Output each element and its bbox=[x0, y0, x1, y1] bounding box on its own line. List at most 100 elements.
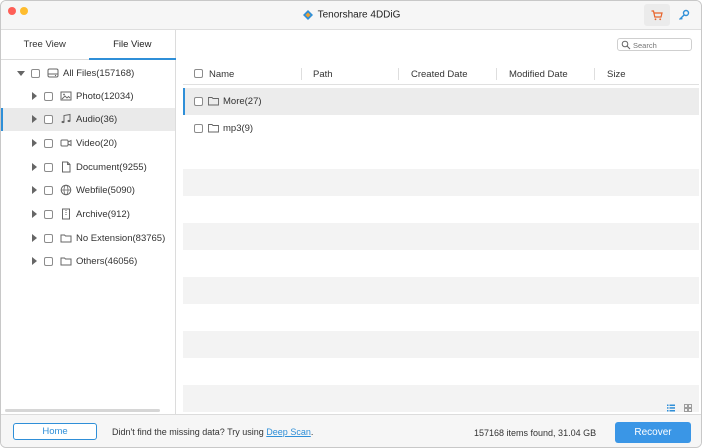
column-divider[interactable] bbox=[594, 68, 595, 80]
expand-arrow-icon[interactable] bbox=[32, 163, 37, 171]
table-row-mp3[interactable]: mp3(9) bbox=[183, 115, 699, 142]
deep-scan-link[interactable]: Deep Scan bbox=[266, 427, 311, 437]
empty-row bbox=[183, 385, 699, 412]
expand-arrow-icon[interactable] bbox=[32, 210, 37, 218]
tree-item-all-files[interactable]: All Files(157168) bbox=[1, 62, 175, 85]
tree-checkbox[interactable] bbox=[44, 257, 53, 266]
tree-checkbox[interactable] bbox=[31, 69, 40, 78]
audio-icon bbox=[61, 113, 71, 124]
tree-checkbox[interactable] bbox=[44, 163, 53, 172]
column-header-modified-date[interactable]: Modified Date bbox=[509, 69, 568, 80]
expand-arrow-icon[interactable] bbox=[32, 257, 37, 265]
tree-checkbox[interactable] bbox=[44, 210, 53, 219]
key-icon bbox=[679, 9, 690, 20]
row-name: More(27) bbox=[223, 96, 262, 107]
tree-item-label: Others(46056) bbox=[76, 256, 138, 267]
tree-checkbox[interactable] bbox=[44, 234, 53, 243]
search-icon bbox=[621, 40, 631, 50]
empty-row bbox=[183, 169, 699, 196]
collapse-arrow-icon[interactable] bbox=[17, 71, 25, 76]
video-icon bbox=[60, 139, 72, 147]
sidebar-horizontal-scrollbar[interactable] bbox=[5, 409, 160, 412]
expand-arrow-icon[interactable] bbox=[32, 92, 37, 100]
tree-item-others[interactable]: Others(46056) bbox=[1, 250, 175, 273]
view-tabs: Tree View File View bbox=[1, 30, 176, 60]
view-mode-switcher bbox=[667, 404, 692, 412]
tree-checkbox[interactable] bbox=[44, 139, 53, 148]
hint-suffix: . bbox=[310, 427, 314, 437]
cart-icon bbox=[651, 9, 663, 20]
recover-button[interactable]: Recover bbox=[615, 422, 691, 443]
items-found-status: 157168 items found, 31.04 GB bbox=[474, 428, 597, 438]
deep-scan-hint: Didn't find the missing data? Try using … bbox=[112, 427, 313, 437]
empty-row bbox=[183, 250, 699, 277]
tree-item-label: Audio(36) bbox=[76, 114, 118, 125]
tree-checkbox[interactable] bbox=[44, 92, 53, 101]
app-title-text: Tenorshare 4DDiG bbox=[317, 9, 401, 21]
column-divider[interactable] bbox=[496, 68, 497, 80]
column-header-name[interactable]: Name bbox=[209, 69, 234, 80]
tree-item-document[interactable]: Document(9255) bbox=[1, 156, 175, 179]
column-divider[interactable] bbox=[398, 68, 399, 80]
home-button[interactable]: Home bbox=[13, 423, 97, 440]
empty-row bbox=[183, 277, 699, 304]
column-header-size[interactable]: Size bbox=[607, 69, 625, 80]
tab-file-view[interactable]: File View bbox=[88, 30, 176, 60]
tree-item-no-extension[interactable]: No Extension(83765) bbox=[1, 227, 175, 250]
tree-item-label: Photo(12034) bbox=[76, 91, 134, 102]
tree-item-label: No Extension(83765) bbox=[76, 233, 166, 244]
app-window: Tenorshare 4DDiG Tree View File View All… bbox=[0, 0, 702, 448]
tree-item-label: Webfile(5090) bbox=[76, 185, 135, 196]
tree-checkbox[interactable] bbox=[44, 115, 53, 124]
tree-item-webfile[interactable]: Webfile(5090) bbox=[1, 179, 175, 202]
tree-item-label: Document(9255) bbox=[76, 162, 147, 173]
tree-item-photo[interactable]: Photo(12034) bbox=[1, 85, 175, 108]
empty-row bbox=[183, 142, 699, 169]
hint-text: Didn't find the missing data? Try using bbox=[112, 427, 267, 437]
globe-icon bbox=[60, 184, 72, 196]
folder-icon bbox=[208, 97, 219, 106]
tree-item-label: All Files(157168) bbox=[63, 68, 135, 79]
empty-row bbox=[183, 304, 699, 331]
table-row-more[interactable]: More(27) bbox=[183, 88, 699, 115]
select-all-checkbox[interactable] bbox=[194, 69, 203, 78]
file-list-panel: Name Path Created Date Modified Date Siz… bbox=[177, 30, 701, 414]
table-header: Name Path Created Date Modified Date Siz… bbox=[183, 63, 699, 85]
empty-row bbox=[183, 331, 699, 358]
search-input[interactable] bbox=[633, 40, 689, 50]
register-button[interactable] bbox=[671, 4, 697, 26]
row-checkbox[interactable] bbox=[194, 124, 203, 133]
list-view-icon[interactable] bbox=[667, 404, 675, 412]
empty-row bbox=[183, 196, 699, 223]
folder-icon bbox=[208, 124, 219, 133]
expand-arrow-icon[interactable] bbox=[32, 139, 37, 147]
document-icon bbox=[62, 161, 71, 173]
sidebar: Tree View File View All Files(157168) Ph… bbox=[1, 30, 176, 414]
expand-arrow-icon[interactable] bbox=[32, 234, 37, 242]
expand-arrow-icon[interactable] bbox=[32, 186, 37, 194]
empty-row bbox=[183, 358, 699, 385]
grid-view-icon[interactable] bbox=[684, 404, 692, 412]
tab-tree-view[interactable]: Tree View bbox=[1, 30, 89, 60]
tree-checkbox[interactable] bbox=[44, 186, 53, 195]
app-logo-icon bbox=[302, 10, 313, 20]
drive-icon bbox=[47, 68, 59, 78]
column-header-path[interactable]: Path bbox=[313, 69, 333, 80]
tree-item-label: Archive(912) bbox=[76, 209, 130, 220]
tree-item-audio[interactable]: Audio(36) bbox=[1, 108, 175, 131]
bottom-bar: Home Didn't find the missing data? Try u… bbox=[1, 414, 701, 447]
archive-icon bbox=[62, 208, 70, 220]
search-box[interactable] bbox=[617, 38, 692, 51]
cart-button[interactable] bbox=[644, 4, 670, 26]
column-divider[interactable] bbox=[301, 68, 302, 80]
folder-icon bbox=[60, 257, 72, 266]
tree-item-video[interactable]: Video(20) bbox=[1, 132, 175, 155]
row-checkbox[interactable] bbox=[194, 97, 203, 106]
title-bar: Tenorshare 4DDiG bbox=[1, 1, 701, 30]
folder-icon bbox=[60, 234, 72, 243]
row-name: mp3(9) bbox=[223, 123, 254, 134]
expand-arrow-icon[interactable] bbox=[32, 115, 37, 123]
column-header-created-date[interactable]: Created Date bbox=[411, 69, 468, 80]
tree-item-archive[interactable]: Archive(912) bbox=[1, 203, 175, 226]
photo-icon bbox=[60, 91, 72, 101]
